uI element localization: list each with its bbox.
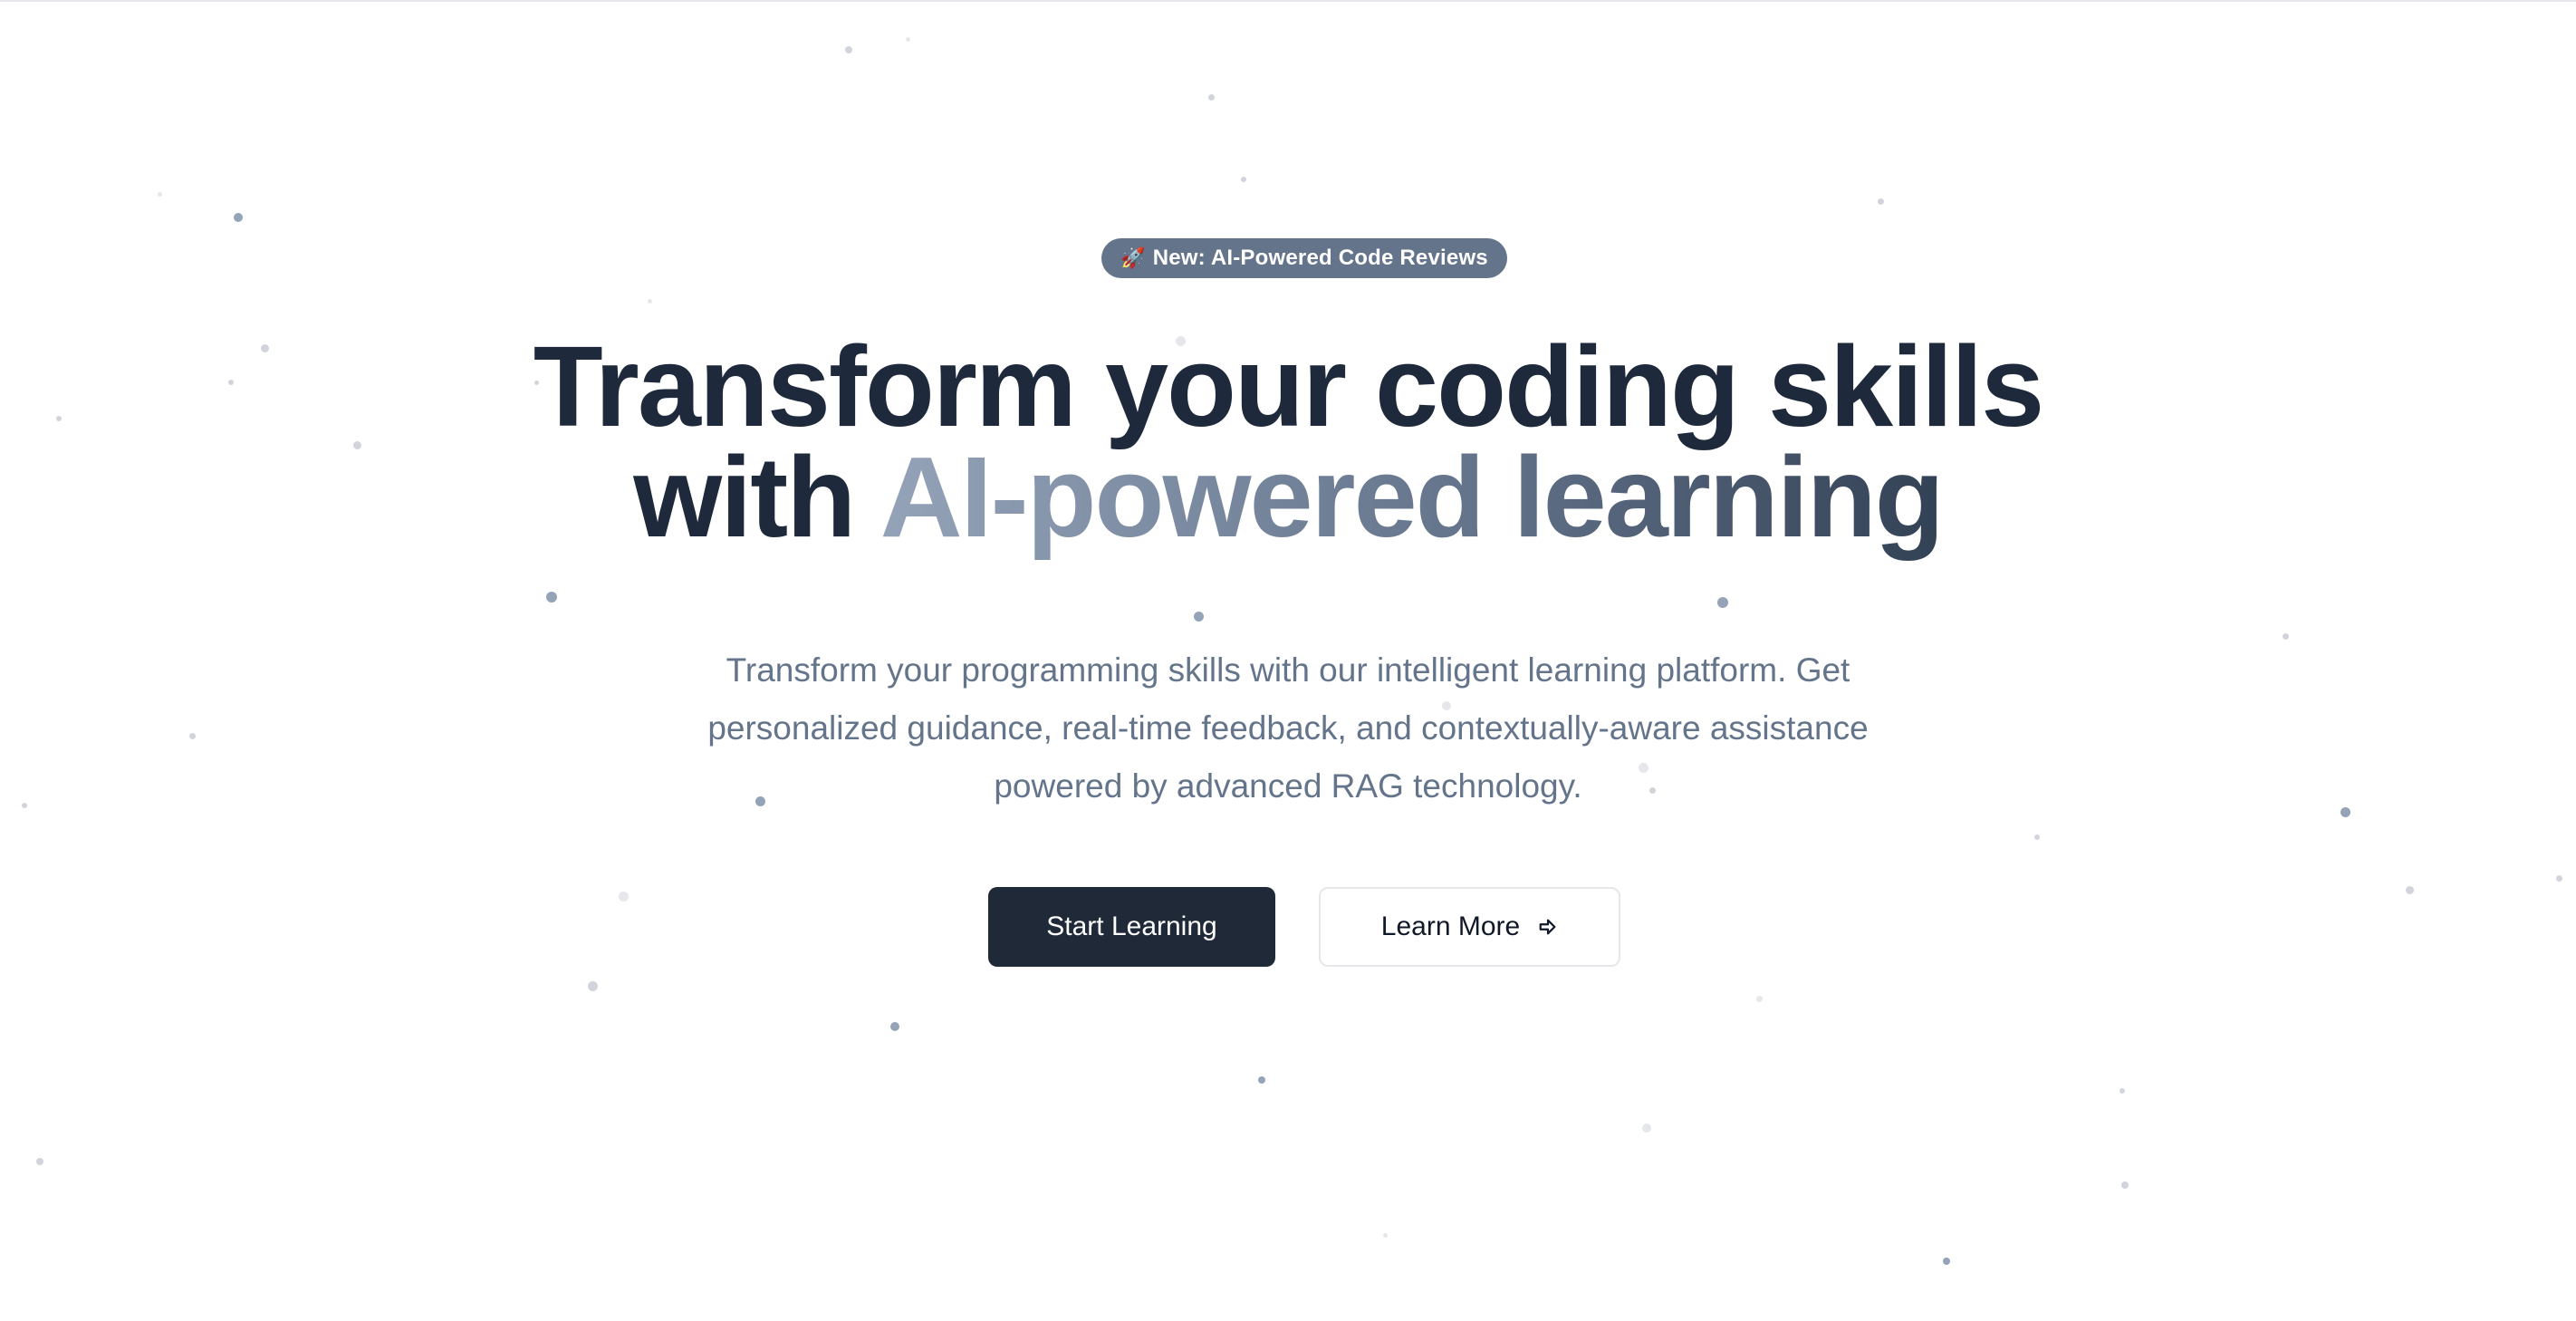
badge-text: New: AI-Powered Code Reviews [1152, 246, 1488, 270]
hero-title-line-2: with AI-powered learning [0, 440, 2576, 554]
hero-title-prefix: with [633, 433, 856, 561]
learn-more-button[interactable]: Learn More [1319, 887, 1620, 967]
hero-section: 🚀 New: AI-Powered Code Reviews Transform… [0, 0, 2576, 1321]
hero-subtitle-line-1: Transform your programming skills with o… [726, 651, 1850, 689]
arrow-right-icon [1538, 917, 1558, 937]
hero-subtitle: Transform your programming skills with o… [654, 641, 1922, 815]
new-feature-badge[interactable]: 🚀 New: AI-Powered Code Reviews [1101, 238, 1507, 278]
hero-title-highlight: AI-powered learning [879, 433, 1945, 561]
hero-subtitle-line-2: personalized guidance, real-time feedbac… [707, 709, 1869, 747]
learn-more-label: Learn More [1380, 911, 1521, 941]
start-learning-button[interactable]: Start Learning [988, 887, 1275, 967]
hero-subtitle-line-3: powered by advanced RAG technology. [994, 767, 1582, 805]
hero-title: Transform your coding skills with AI-pow… [0, 323, 2576, 554]
rocket-icon: 🚀 [1120, 246, 1146, 270]
hero-title-line-1: Transform your coding skills [533, 323, 2044, 450]
